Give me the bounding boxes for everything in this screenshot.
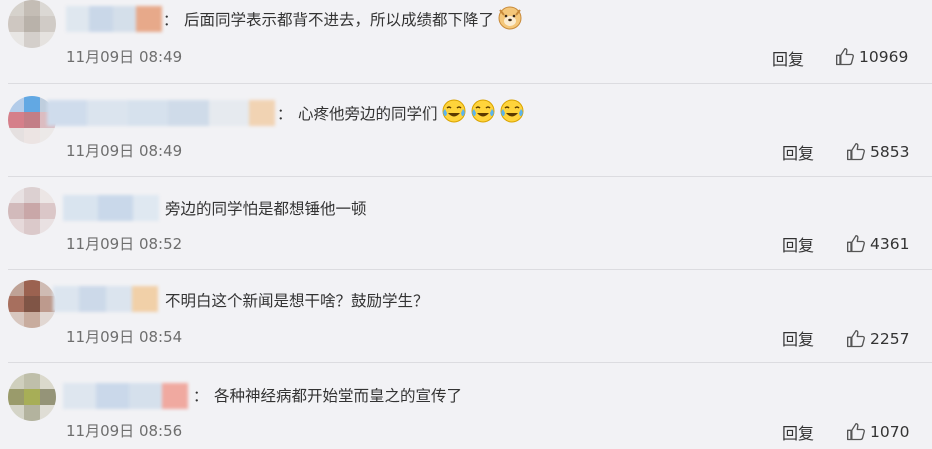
like-count: 1070 (870, 423, 910, 441)
thumbs-up-icon (847, 423, 865, 441)
shiba-doge-icon (497, 4, 523, 30)
comment-time: 11月09日 08:56 (66, 422, 183, 440)
comment-text-content: 不明白这个新闻是想干啥？鼓励学生？ (165, 292, 429, 310)
thumbs-up-icon (847, 330, 865, 348)
thumbs-up-icon (847, 235, 865, 253)
username[interactable] (53, 286, 158, 312)
like-button[interactable]: 1070 (846, 422, 909, 442)
avatar[interactable] (8, 187, 56, 235)
comment-item: 不明白这个新闻是想干啥？鼓励学生？ 11月09日 08:54 回复 2257 (0, 270, 932, 362)
like-count: 2257 (870, 330, 910, 348)
like-count: 5853 (870, 143, 910, 161)
username[interactable] (63, 383, 188, 409)
like-count: 4361 (870, 235, 910, 253)
reply-button[interactable]: 回复 (782, 232, 814, 256)
like-button[interactable]: 2257 (846, 329, 909, 349)
thumbs-up-icon (847, 143, 865, 161)
like-button[interactable]: 5853 (846, 142, 909, 162)
avatar[interactable] (8, 0, 56, 48)
comment-item: ： 心疼他旁边的同学们 11月09日 08:49 回复 5853 (0, 84, 932, 176)
comment-item: ： 各种神经病都开始堂而皇之的宣传了 11月09日 08:56 回复 1070 (0, 363, 932, 449)
comment-item: ： 后面同学表示都背不进去，所以成绩都下降了 11月09日 08:49 回复 1… (0, 0, 932, 83)
comment-list: ： 后面同学表示都背不进去，所以成绩都下降了 11月09日 08:49 回复 1… (0, 0, 932, 449)
reply-button[interactable]: 回复 (772, 46, 804, 70)
comment-text: 旁边的同学怕是都想锤他一顿 (165, 195, 367, 221)
comment-time: 11月09日 08:49 (66, 48, 183, 66)
reply-button[interactable]: 回复 (782, 140, 814, 164)
comment-text-content: 后面同学表示都背不进去，所以成绩都下降了 (184, 11, 495, 29)
username[interactable] (66, 6, 162, 32)
comment-colon: ： (163, 11, 179, 29)
like-button[interactable]: 10969 (835, 47, 908, 67)
tears-of-joy-icon (470, 98, 496, 124)
like-count: 10969 (859, 48, 909, 66)
comment-text-content: 各种神经病都开始堂而皇之的宣传了 (214, 387, 463, 405)
comment-text: 各种神经病都开始堂而皇之的宣传了 (214, 382, 462, 408)
avatar[interactable] (8, 280, 56, 328)
comment-text-content: 旁边的同学怕是都想锤他一顿 (165, 200, 367, 218)
tears-of-joy-icon (499, 98, 525, 124)
comment-text: 心疼他旁边的同学们 (298, 98, 525, 126)
reply-button[interactable]: 回复 (782, 420, 814, 444)
comment-text: 不明白这个新闻是想干啥？鼓励学生？ (165, 287, 429, 313)
comment-time: 11月09日 08:52 (66, 235, 183, 253)
reply-button[interactable]: 回复 (782, 326, 814, 350)
tears-of-joy-icon (441, 98, 467, 124)
avatar[interactable] (8, 373, 56, 421)
comment-text: 后面同学表示都背不进去，所以成绩都下降了 (184, 6, 523, 32)
comment-colon: ： (277, 105, 293, 123)
comment-colon: ： (193, 387, 209, 405)
comment-item: 旁边的同学怕是都想锤他一顿 11月09日 08:52 回复 4361 (0, 177, 932, 269)
username[interactable] (47, 100, 276, 126)
comment-text-content: 心疼他旁边的同学们 (298, 105, 438, 123)
comment-time: 11月09日 08:54 (66, 328, 183, 346)
like-button[interactable]: 4361 (846, 234, 909, 254)
username[interactable] (63, 195, 159, 221)
comment-time: 11月09日 08:49 (66, 142, 183, 160)
thumbs-up-icon (836, 48, 854, 66)
